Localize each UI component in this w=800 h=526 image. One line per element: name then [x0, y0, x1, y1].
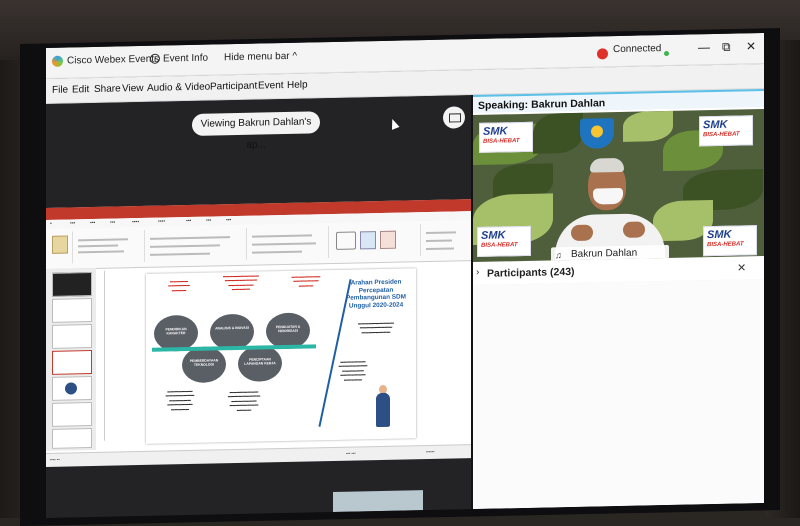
speaker-video[interactable]: SMK BISA-HEBAT SMK BISA-HEBAT SMK BISA-H…: [473, 108, 764, 263]
face-mask: [593, 187, 623, 205]
connection-status-icon: [597, 48, 608, 60]
slide-circle-label: PEMBERDAYAAN TEKNOLOGI: [189, 358, 219, 367]
menu-edit[interactable]: Edit: [72, 84, 89, 95]
powerpoint-window: ▪ ▪▪▪ ▪▪▪ ▪▪▪ ▪▪▪▪ ▪▪▪▪ ▪▪▪ ▪▪▪ ▪▪▪ ▬▬▬▬…: [46, 199, 471, 467]
paragraph-group: [248, 226, 329, 260]
chevron-right-icon[interactable]: ›: [476, 267, 479, 278]
smk-banner-logo: SMK BISA-HEBAT: [477, 225, 531, 257]
tut-wuri-logo-icon: [580, 118, 614, 149]
menu-help[interactable]: Help: [287, 80, 308, 91]
app-title: Cisco Webex Events: [67, 53, 160, 67]
connection-status: Connected: [613, 43, 662, 56]
slide-thumbnail[interactable]: [52, 324, 92, 349]
webex-logo-icon: [52, 55, 63, 67]
participants-close-button[interactable]: ✕: [737, 261, 746, 274]
menu-view[interactable]: View: [122, 83, 144, 94]
minimize-button[interactable]: —: [698, 40, 710, 54]
layout-toggle-icon[interactable]: [443, 106, 465, 129]
clipboard-group: [48, 231, 73, 264]
powerpoint-status-bar: ▪▪▪▪ ▪▪ ▪▪▪ ▪▪▪ ▪▪▪▪▪▪: [46, 444, 471, 467]
menu-file[interactable]: File: [52, 85, 68, 96]
editing-group: [422, 223, 468, 256]
mouse-cursor-icon: [388, 117, 400, 130]
slide-thumbnail[interactable]: [52, 402, 92, 427]
slide-thumbnail[interactable]: [52, 298, 92, 323]
slide-circle-label: PENCIPTAAN LAPANGAN KERJA: [244, 357, 276, 366]
vertical-ruler: [104, 270, 105, 441]
speaker-hair: [590, 157, 624, 173]
menu-event[interactable]: Event: [258, 80, 284, 92]
slide-circle-label: PENDIDIKAN KARAKTER: [165, 327, 187, 336]
slides-group: [74, 229, 145, 264]
slide-thumbnail[interactable]: [52, 272, 92, 297]
slide-circle-label: PENGUATAN & HIRORISASI: [275, 324, 301, 334]
right-panel: Speaking: Bakrun Dahlan SMK BISA-HEBAT S…: [473, 88, 764, 510]
slide-title: Arahan Presiden Percepatan Pembangunan S…: [345, 278, 406, 310]
participants-list: [473, 278, 764, 510]
slide-thumbnail[interactable]: [52, 350, 92, 375]
participants-count: Participants (243): [487, 265, 575, 280]
speaker-hand: [571, 224, 593, 242]
current-slide: ▬▬▬▬▬ ▬▬▬▬▬▬ ▬▬▬▬ ▬▬▬▬▬▬▬▬▬▬ ▬▬▬▬▬▬▬▬▬ ▬▬▬▬▬…: [146, 268, 416, 444]
microphone-icon: ♫: [555, 250, 562, 261]
restore-button[interactable]: ⧉: [722, 40, 731, 55]
font-group: [146, 227, 247, 262]
shared-content-stage: Viewing Bakrun Dahlan's ap... ▪ ▪▪▪ ▪▪▪ …: [46, 95, 471, 518]
menu-audio-video[interactable]: Audio & Video: [147, 82, 210, 94]
event-info-button[interactable]: Event Info: [163, 53, 208, 65]
viewing-share-pill[interactable]: Viewing Bakrun Dahlan's ap...: [192, 111, 320, 151]
network-indicator-icon: [664, 50, 669, 57]
powerpoint-ribbon: [46, 220, 471, 270]
menu-share[interactable]: Share: [94, 83, 121, 95]
drawing-group: [330, 224, 421, 259]
speaker-name: Bakrun Dahlan: [531, 97, 606, 111]
slide-illustration-person-body: [376, 392, 390, 428]
smk-banner-logo: SMK BISA-HEBAT: [699, 115, 753, 147]
smk-banner-logo: SMK BISA-HEBAT: [479, 121, 533, 153]
menu-participant[interactable]: Participant: [210, 81, 257, 93]
slide-thumbnails-pane: [46, 267, 96, 451]
hide-menu-bar-button[interactable]: Hide menu bar ^: [224, 51, 297, 64]
slide-thumbnail[interactable]: [52, 376, 92, 401]
slide-thumbnail[interactable]: [52, 428, 92, 449]
presenter-thumbnail: [333, 490, 423, 512]
speaking-label: Speaking:: [478, 98, 529, 112]
webex-window: Cisco Webex Events i Event Info Hide men…: [46, 32, 764, 518]
speaker-hand: [623, 221, 645, 238]
close-button[interactable]: ✕: [746, 39, 756, 53]
slide-circle-label: ANALISIS & INOVASI: [215, 325, 249, 331]
smk-banner-logo: SMK BISA-HEBAT: [703, 225, 757, 257]
